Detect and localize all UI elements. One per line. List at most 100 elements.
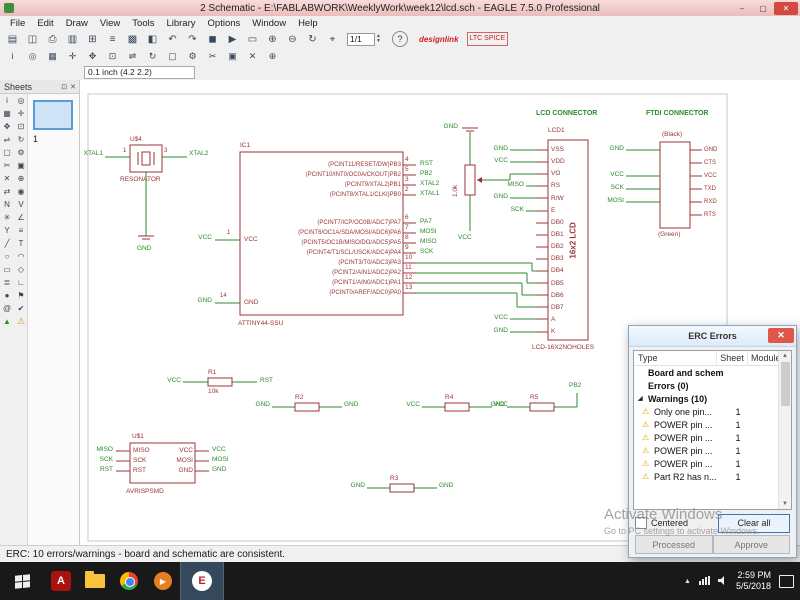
zoom-redraw[interactable]: ↻ bbox=[303, 31, 322, 47]
text-tool[interactable]: T bbox=[14, 237, 28, 250]
layer-settings[interactable]: ◧ bbox=[143, 31, 162, 47]
erc-tree-warnings[interactable]: ◢ Warnings (10) bbox=[634, 392, 791, 405]
scroll-up-icon[interactable]: ▲ bbox=[782, 351, 788, 361]
delete-tool[interactable]: ✕ bbox=[0, 172, 14, 185]
designlink-badge[interactable]: designlink bbox=[419, 35, 459, 44]
move[interactable]: ✥ bbox=[83, 48, 102, 64]
mirror[interactable]: ⇌ bbox=[123, 48, 142, 64]
erc-column-headers[interactable]: Type Sheet Module bbox=[634, 351, 791, 366]
menu-item[interactable]: Help bbox=[292, 18, 324, 29]
menu-item[interactable]: Window bbox=[246, 18, 292, 29]
centered-checkbox[interactable] bbox=[635, 517, 647, 529]
stop-command[interactable]: ◼ bbox=[203, 31, 222, 47]
save[interactable]: ◫ bbox=[23, 31, 42, 47]
taskbar-item-eagle-active[interactable]: E bbox=[180, 562, 224, 600]
zoom-value[interactable]: 1/1 bbox=[347, 32, 375, 46]
sheet-thumbnail[interactable] bbox=[33, 100, 73, 130]
erc-tool[interactable]: ✔ bbox=[14, 302, 28, 315]
paste-tool[interactable]: ▣ bbox=[14, 159, 28, 172]
volume-icon[interactable] bbox=[717, 572, 728, 590]
scrollbar[interactable]: ▲ ▼ bbox=[778, 351, 791, 509]
polygon-tool[interactable]: ◇ bbox=[14, 263, 28, 276]
erc-warning-row[interactable]: ⚠ POWER pin ... 1 bbox=[634, 418, 791, 431]
switch-to-board[interactable]: ⊞ bbox=[83, 31, 102, 47]
rotate[interactable]: ↻ bbox=[143, 48, 162, 64]
dock-icon[interactable]: ⊡ bbox=[58, 83, 67, 91]
column-sheet[interactable]: Sheet bbox=[717, 351, 748, 365]
show[interactable]: ◎ bbox=[23, 48, 42, 64]
erc-warning-row[interactable]: ⚠ Part R2 has n... 1 bbox=[634, 470, 791, 483]
group[interactable]: ▢ bbox=[163, 48, 182, 64]
label-tool[interactable]: ⚑ bbox=[14, 289, 28, 302]
processed-button[interactable]: Processed bbox=[635, 535, 713, 554]
add-part[interactable]: ⊕ bbox=[263, 48, 282, 64]
menu-item[interactable]: Edit bbox=[31, 18, 59, 29]
export-image[interactable]: ▥ bbox=[63, 31, 82, 47]
erc-warning-row[interactable]: ⚠ POWER pin ... 1 bbox=[634, 444, 791, 457]
add-tool[interactable]: ⊕ bbox=[14, 172, 28, 185]
hidden-icons-chevron[interactable]: ▲ bbox=[684, 578, 691, 585]
info[interactable]: i bbox=[3, 48, 22, 64]
approve-button[interactable]: Approve bbox=[712, 535, 790, 554]
erc-dialog-titlebar[interactable]: ERC Errors ✕ bbox=[629, 326, 796, 347]
junction-tool[interactable]: ● bbox=[0, 289, 14, 302]
change-tool[interactable]: ⚙ bbox=[14, 146, 28, 159]
start-button[interactable] bbox=[0, 562, 44, 600]
invoke-tool[interactable]: ≡ bbox=[14, 224, 28, 237]
taskbar-clock[interactable]: 2:59 PM 5/5/2018 bbox=[736, 570, 771, 593]
copy-tool[interactable]: ⊡ bbox=[14, 120, 28, 133]
erc-warning-row[interactable]: ⚠ Only one pin... 1 bbox=[634, 405, 791, 418]
zoom-out[interactable]: ⊖ bbox=[283, 31, 302, 47]
panel-close-icon[interactable]: ✕ bbox=[67, 83, 76, 91]
group-tool[interactable]: ▢ bbox=[0, 146, 14, 159]
change[interactable]: ⚙ bbox=[183, 48, 202, 64]
pinswap-tool[interactable]: ⇄ bbox=[0, 185, 14, 198]
menu-item[interactable]: Draw bbox=[60, 18, 94, 29]
menu-item[interactable]: Options bbox=[202, 18, 247, 29]
scrollbar-thumb[interactable] bbox=[780, 362, 790, 406]
up-arrow-tool[interactable]: ▲ bbox=[0, 315, 14, 328]
minimize-icon[interactable]: – bbox=[732, 2, 752, 15]
print[interactable]: ⎙ bbox=[43, 31, 62, 47]
show-tool[interactable]: ◎ bbox=[14, 94, 28, 107]
scroll-down-icon[interactable]: ▼ bbox=[782, 499, 788, 509]
delete[interactable]: ✕ bbox=[243, 48, 262, 64]
close-icon[interactable]: ✕ bbox=[768, 328, 794, 343]
taskbar-item-adobe[interactable]: A bbox=[44, 562, 78, 600]
taskbar-item-chrome[interactable] bbox=[112, 562, 146, 600]
menu-item[interactable]: View bbox=[94, 18, 126, 29]
zoom-select[interactable]: ⌖ bbox=[323, 31, 342, 47]
info-tool[interactable]: i bbox=[0, 94, 14, 107]
value-tool[interactable]: V bbox=[14, 198, 28, 211]
erc-tree-root[interactable]: Board and schemati... bbox=[634, 366, 791, 379]
name-tool[interactable]: N bbox=[0, 198, 14, 211]
erc-warning-row[interactable]: ⚠ POWER pin ... 1 bbox=[634, 431, 791, 444]
zoom-combo[interactable]: 1/1 ▲ ▼ bbox=[347, 32, 381, 46]
network-icon[interactable] bbox=[698, 572, 710, 590]
run-script[interactable]: ▶ bbox=[223, 31, 242, 47]
rect-tool[interactable]: ▭ bbox=[0, 263, 14, 276]
move-tool[interactable]: ✥ bbox=[0, 120, 14, 133]
menu-item[interactable]: Library bbox=[160, 18, 201, 29]
redo[interactable]: ↷ bbox=[183, 31, 202, 47]
menu-item[interactable]: File bbox=[4, 18, 31, 29]
net-tool[interactable]: ∟ bbox=[14, 276, 28, 289]
zoom-fit[interactable]: ▭ bbox=[243, 31, 262, 47]
expander-icon[interactable]: ◢ bbox=[634, 395, 648, 402]
attribute-tool[interactable]: @ bbox=[0, 302, 14, 315]
taskbar-item-player[interactable]: ▶ bbox=[146, 562, 180, 600]
close-icon[interactable]: ✕ bbox=[774, 1, 798, 15]
erc-warning-row[interactable]: ⚠ POWER pin ... 1 bbox=[634, 457, 791, 470]
wire-tool[interactable]: ╱ bbox=[0, 237, 14, 250]
replace-tool[interactable]: ◉ bbox=[14, 185, 28, 198]
menu-item[interactable]: Tools bbox=[126, 18, 160, 29]
cut-tool[interactable]: ✂ bbox=[0, 159, 14, 172]
zoom-stepper[interactable]: ▲ ▼ bbox=[376, 34, 381, 44]
erc-tree-errors[interactable]: Errors (0) bbox=[634, 379, 791, 392]
rotate-tool[interactable]: ↻ bbox=[14, 133, 28, 146]
mark-tool[interactable]: ✛ bbox=[14, 107, 28, 120]
use-library[interactable]: ≡ bbox=[103, 31, 122, 47]
miter-tool[interactable]: ∠ bbox=[14, 211, 28, 224]
maximize-icon[interactable]: ▢ bbox=[753, 2, 773, 15]
display-tool[interactable]: ▦ bbox=[0, 107, 14, 120]
